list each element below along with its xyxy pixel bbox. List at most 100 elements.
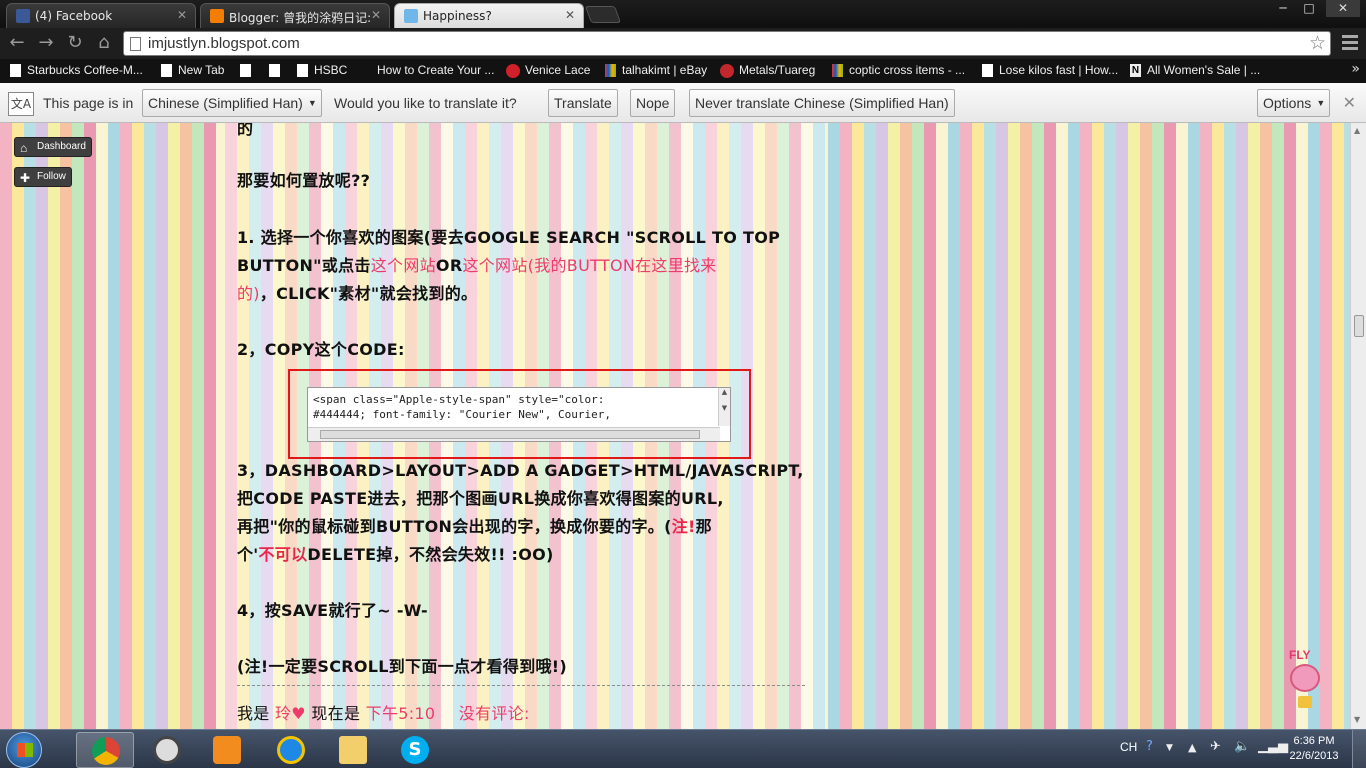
home-icon[interactable]: ⌂ (93, 33, 115, 55)
minimize-button[interactable]: ─ (1270, 0, 1296, 17)
browser-toolbar: ← → ↻ ⌂ imjustlyn.blogspot.com ☆ (0, 28, 1366, 59)
pin-icon[interactable]: ✈ (1210, 739, 1221, 754)
volume-icon[interactable]: 🔈 (1234, 739, 1250, 754)
translate-icon: 文A (8, 92, 34, 116)
timestamp-link[interactable]: 下午5:10 (366, 704, 436, 723)
chevron-down-icon: ▼ (307, 98, 317, 108)
file-explorer-icon (339, 736, 367, 764)
post-text-red: 不可以 (258, 545, 308, 564)
dashboard-label: Dashboard (37, 141, 86, 152)
network-signal-icon[interactable]: ▁▃▅ (1258, 739, 1288, 754)
scroll-thumb[interactable] (1354, 315, 1364, 337)
bookmark-starbucks[interactable]: Starbucks Coffee-M... (10, 63, 143, 77)
bookmark-womens-sale[interactable]: N All Women's Sale | ... (1130, 63, 1260, 77)
windows-logo-icon (17, 743, 33, 757)
new-tab-button[interactable] (584, 6, 622, 23)
bookmark-new-tab[interactable]: New Tab (161, 63, 224, 77)
follow-button[interactable]: ✚ Follow (14, 167, 72, 187)
nope-button[interactable]: Nope (630, 89, 676, 117)
post-text: 我是 (237, 704, 270, 723)
never-translate-button[interactable]: Never translate Chinese (Simplified Han) (689, 89, 955, 117)
scroll-to-top-button[interactable]: FLY (1284, 648, 1326, 712)
taskbar-file-explorer[interactable] (324, 732, 382, 768)
tab-blogger[interactable]: Blogger: 曾我的涂鸦日记: ✕ (200, 3, 390, 28)
address-bar[interactable]: imjustlyn.blogspot.com ☆ (123, 31, 1331, 56)
bookmark-create-your[interactable]: How to Create Your ... (360, 63, 494, 77)
close-window-button[interactable]: ✕ (1326, 0, 1360, 17)
author-link[interactable]: 玲♥ (275, 704, 306, 723)
bookmark-metals-tuareg[interactable]: Metals/Tuareg (720, 63, 816, 78)
bookmark-ebay[interactable]: talhakimt | eBay (605, 63, 707, 77)
bookmark-star-icon[interactable]: ☆ (1309, 32, 1326, 54)
maximize-button[interactable]: □ (1296, 0, 1322, 17)
menu-icon[interactable] (1340, 32, 1360, 52)
tab-title: Happiness? (423, 9, 492, 23)
link-site-2-end[interactable]: 的) (237, 284, 260, 303)
start-button[interactable] (6, 732, 42, 768)
chevron-right-icon[interactable]: » (1351, 61, 1360, 77)
reload-icon[interactable]: ↻ (64, 33, 86, 55)
skype-icon: S (401, 736, 429, 764)
taskbar-media-player[interactable] (198, 732, 256, 768)
chrome-icon (92, 737, 120, 765)
post-body: 的 那要如何置放呢?? 1. 选择一个你喜欢的图案(要去GOOGLE SEARC… (225, 123, 825, 729)
comments-link[interactable]: 没有评论: (459, 704, 530, 723)
taskbar-skype[interactable]: S (386, 732, 444, 768)
close-icon[interactable]: ✕ (565, 8, 575, 22)
show-desktop-button[interactable] (1352, 730, 1366, 768)
language-indicator[interactable]: CH (1120, 740, 1137, 754)
show-hidden-icons[interactable]: ▲ (1188, 741, 1196, 754)
code-textarea[interactable]: <span class="Apple-style-span" style="co… (307, 387, 731, 442)
post-step1-line2: BUTTON"或点击这个网站OR这个网站(我的BUTTON在这里找来 (237, 252, 717, 276)
options-button[interactable]: Options ▼ (1257, 89, 1331, 117)
basket-icon (1298, 696, 1312, 708)
close-icon[interactable]: ✕ (1343, 93, 1356, 112)
post-text: DELETE掉，不然会失效!! :OO) (307, 545, 554, 564)
taskbar-internet-explorer[interactable] (262, 732, 320, 768)
internet-explorer-icon (277, 736, 305, 764)
help-icon[interactable]: ? (1146, 739, 1153, 754)
fly-label: FLY (1289, 648, 1311, 662)
tab-facebook[interactable]: (4) Facebook ✕ (6, 3, 196, 28)
scroll-up-icon[interactable]: ▲ (1354, 126, 1360, 135)
page-scrollbar[interactable]: ▲ ▼ (1350, 123, 1366, 729)
language-select[interactable]: Chinese (Simplified Han) ▼ (142, 89, 322, 117)
blogger-icon (210, 9, 224, 23)
textarea-scrollbar[interactable]: ▲ ▼ (718, 388, 730, 426)
language-select-value: Chinese (Simplified Han) (148, 95, 303, 111)
forward-arrow-icon[interactable]: → (35, 33, 57, 55)
url-text: imjustlyn.blogspot.com (148, 35, 300, 52)
close-icon[interactable]: ✕ (371, 8, 381, 22)
post-step2: 2，COPY这个CODE: (237, 340, 405, 359)
home-icon: ⌂ (20, 141, 28, 155)
textarea-horizontal-scrollbar[interactable] (308, 427, 720, 441)
taskbar-clock-app[interactable] (138, 732, 196, 768)
bookmark-hsbc[interactable]: HSBC (297, 63, 347, 77)
post-note: (注!一定要SCROLL到下面一点才看得到哦!) (237, 657, 567, 676)
post-step3-line3: 再把"你的鼠标碰到BUTTON会出现的字，换成你要的字。(注!那 (237, 513, 712, 537)
bookmark-venice-lace[interactable]: Venice Lace (506, 63, 590, 78)
taskbar-chrome[interactable] (76, 732, 134, 768)
post-step3-line4: 个'不可以DELETE掉，不然会失效!! :OO) (237, 541, 554, 565)
code-line: <span class="Apple-style-span" style="co… (313, 393, 605, 406)
bookmark-lose-kilos[interactable]: Lose kilos fast | How... (982, 63, 1118, 77)
scroll-thumb[interactable] (320, 430, 700, 439)
translate-bar: 文A This page is in Chinese (Simplified H… (0, 83, 1366, 123)
scroll-down-icon[interactable]: ▼ (1354, 715, 1360, 724)
link-site-1[interactable]: 这个网站 (371, 256, 436, 275)
bookmark-coptic-cross[interactable]: coptic cross items - ... (832, 63, 965, 77)
bookmark-label: Metals/Tuareg (739, 63, 816, 77)
post-step1-line3: 的)，CLICK"素材"就会找到的。 (237, 280, 477, 304)
dashboard-button[interactable]: ⌂ Dashboard (14, 137, 92, 157)
back-arrow-icon[interactable]: ← (6, 33, 28, 55)
translate-button[interactable]: Translate (548, 89, 618, 117)
page-icon (404, 9, 418, 23)
link-site-2[interactable]: 这个网站(我的BUTTON在这里找来 (462, 256, 716, 275)
system-clock[interactable]: 6:36 PM 22/6/2013 (1286, 734, 1342, 764)
tab-happiness[interactable]: Happiness? ✕ (394, 3, 584, 28)
chevron-down-icon[interactable]: ▼ (1166, 743, 1173, 753)
bookmark-label: Starbucks Coffee-M... (27, 63, 143, 77)
post-question: 那要如何置放呢?? (237, 171, 371, 190)
close-icon[interactable]: ✕ (177, 8, 187, 22)
post-text: 的 (237, 123, 254, 138)
